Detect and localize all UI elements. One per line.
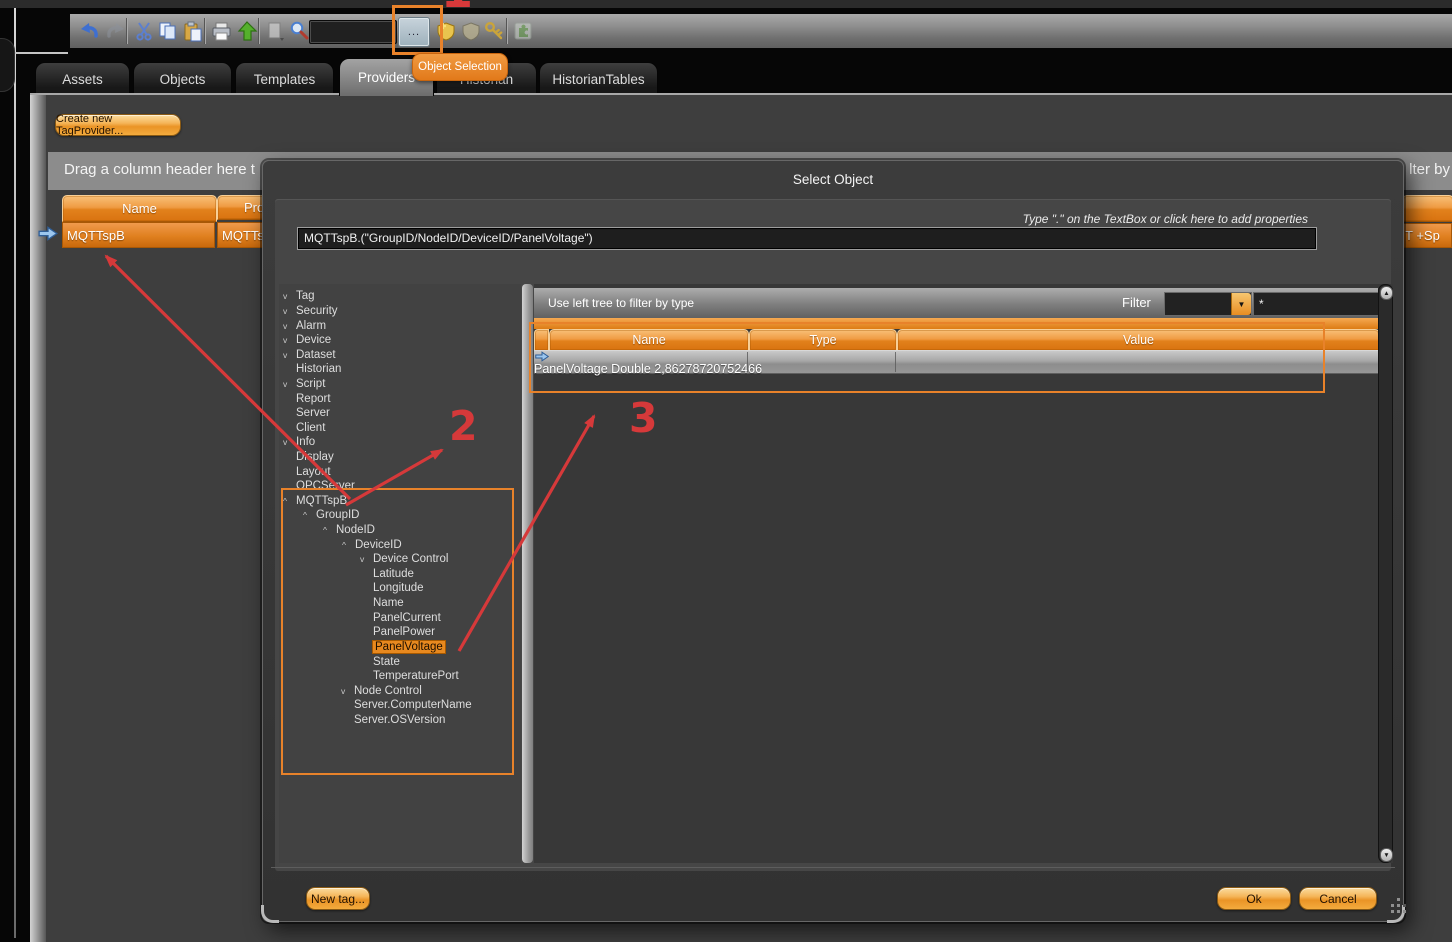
filter-bar-hint: Use left tree to filter by type — [548, 296, 694, 310]
tree-item-info[interactable]: vInfo — [279, 435, 521, 450]
tab-templates[interactable]: Templates — [235, 62, 334, 96]
annotation-step-3: 3 — [629, 394, 658, 442]
add-properties-hint[interactable]: Type "." on the TextBox or click here to… — [1023, 212, 1308, 226]
tree-item-server[interactable]: Server — [279, 406, 521, 421]
tree-item-security[interactable]: vSecurity — [279, 304, 521, 319]
dialog-title: Select Object — [263, 172, 1403, 187]
annotation-box-result-row — [529, 322, 1325, 393]
annotation-box-object-button — [392, 5, 443, 55]
dialog-corner-accent — [261, 905, 279, 923]
tab-assets[interactable]: Assets — [35, 62, 130, 96]
filter-type-value — [1165, 293, 1169, 315]
tree-item-report[interactable]: Report — [279, 391, 521, 406]
toolbar-separator — [506, 18, 508, 44]
toolbar-separator — [126, 18, 128, 44]
tree-item-historian[interactable]: Historian — [279, 362, 521, 377]
search-icon[interactable] — [287, 19, 311, 43]
expander-icon: v — [283, 321, 296, 331]
expander-icon: v — [283, 306, 296, 316]
tree-item-label: Tag — [296, 290, 315, 302]
chevron-down-icon[interactable]: ▼ — [1231, 293, 1251, 315]
tree-item-label: Dataset — [296, 349, 336, 361]
copy-icon[interactable] — [156, 19, 180, 43]
shield-icon[interactable] — [459, 19, 483, 43]
expander-icon: v — [283, 437, 296, 447]
tree-item-label: Security — [296, 305, 338, 317]
annotation-step-2: 2 — [449, 402, 478, 450]
grid-row-name-cell[interactable]: MQTTspB — [62, 222, 215, 248]
expander-icon: v — [283, 379, 296, 389]
row-indicator-arrow-icon — [38, 226, 58, 241]
module-icon[interactable] — [511, 19, 535, 43]
annotation-step-1: 1 — [441, 0, 473, 15]
group-by-hint-text-right: lter by — [1409, 161, 1450, 178]
tree-item-label: Client — [296, 422, 325, 434]
publish-up-icon[interactable] — [235, 19, 259, 43]
create-tagprovider-button[interactable]: Create new TagProvider... — [55, 114, 181, 136]
toolbar-separator — [204, 18, 206, 44]
main-toolbar: ... — [70, 14, 1452, 48]
results-vertical-scrollbar[interactable]: ▲ ▼ — [1378, 284, 1393, 863]
tree-item-label: Script — [296, 378, 325, 390]
scroll-up-icon[interactable]: ▲ — [1380, 286, 1393, 300]
filter-pattern-input[interactable]: * — [1253, 292, 1383, 316]
tab-historian-tables[interactable]: HistorianTables — [539, 62, 658, 96]
tab-label: Templates — [254, 72, 316, 87]
document-preview-icon[interactable] — [263, 19, 287, 43]
grid-column-header-name[interactable]: Name — [62, 195, 217, 222]
tree-item-label: Layout — [296, 466, 331, 478]
new-tag-button[interactable]: New tag... — [306, 887, 370, 910]
keys-icon[interactable] — [482, 19, 506, 43]
toolbar-separator — [258, 18, 260, 44]
object-expression-input[interactable]: MQTTspB.("GroupID/NodeID/DeviceID/PanelV… — [297, 227, 1317, 250]
tree-item-label: Historian — [296, 363, 341, 375]
panel-edge-line — [14, 8, 16, 938]
tree-item-alarm[interactable]: vAlarm — [279, 318, 521, 333]
tree-item-label: Server — [296, 407, 330, 419]
print-icon[interactable] — [209, 19, 233, 43]
tab-objects[interactable]: Objects — [133, 62, 232, 96]
tree-item-label: Report — [296, 393, 331, 405]
tree-item-label: Device — [296, 334, 331, 346]
cut-icon[interactable] — [132, 19, 156, 43]
expander-icon: v — [283, 335, 296, 345]
panel-edge-line-horizontal — [14, 52, 68, 54]
tab-label: Providers — [358, 70, 415, 85]
ok-button[interactable]: Ok — [1217, 887, 1291, 910]
expander-icon: v — [283, 291, 296, 301]
window-top-strip — [0, 0, 1452, 8]
filter-type-dropdown[interactable]: ▼ — [1164, 292, 1252, 316]
scroll-down-icon[interactable]: ▼ — [1380, 848, 1393, 862]
tab-label: Assets — [62, 72, 103, 87]
resize-grip[interactable] — [1391, 910, 1394, 913]
annotation-box-tree — [281, 488, 514, 775]
application-window: ... Assets Objects Templates Providers H… — [0, 0, 1452, 942]
tab-label: Objects — [160, 72, 206, 87]
object-selection-tooltip: Object Selection — [412, 53, 508, 81]
tab-label: HistorianTables — [552, 72, 644, 87]
tree-item-label: Info — [296, 436, 315, 448]
tree-item-device[interactable]: vDevice — [279, 333, 521, 348]
undo-icon[interactable] — [78, 19, 102, 43]
panel-left-edge — [30, 95, 46, 942]
expander-icon: v — [283, 350, 296, 360]
grid-row-right-fragment-cell[interactable]: T +Sp — [1402, 223, 1452, 248]
redo-icon[interactable] — [103, 19, 127, 43]
toolbar-search-input[interactable] — [309, 20, 397, 44]
tree-item-label: Alarm — [296, 320, 326, 332]
tree-item-script[interactable]: vScript — [279, 377, 521, 392]
tree-item-dataset[interactable]: vDataset — [279, 347, 521, 362]
tree-item-client[interactable]: Client — [279, 420, 521, 435]
group-by-hint-text: Drag a column header here t — [64, 161, 255, 178]
dialog-footer-divider — [271, 867, 1395, 868]
filter-label: Filter — [1122, 295, 1151, 310]
collapsed-panel-handle[interactable] — [0, 38, 15, 92]
grid-column-header-fragment[interactable] — [1402, 195, 1452, 222]
tree-item-label: Display — [296, 451, 334, 463]
paste-icon[interactable] — [181, 19, 205, 43]
tree-item-layout[interactable]: Layout — [279, 464, 521, 479]
cancel-button[interactable]: Cancel — [1299, 887, 1377, 910]
tree-item-tag[interactable]: vTag — [279, 289, 521, 304]
tree-item-display[interactable]: Display — [279, 450, 521, 465]
